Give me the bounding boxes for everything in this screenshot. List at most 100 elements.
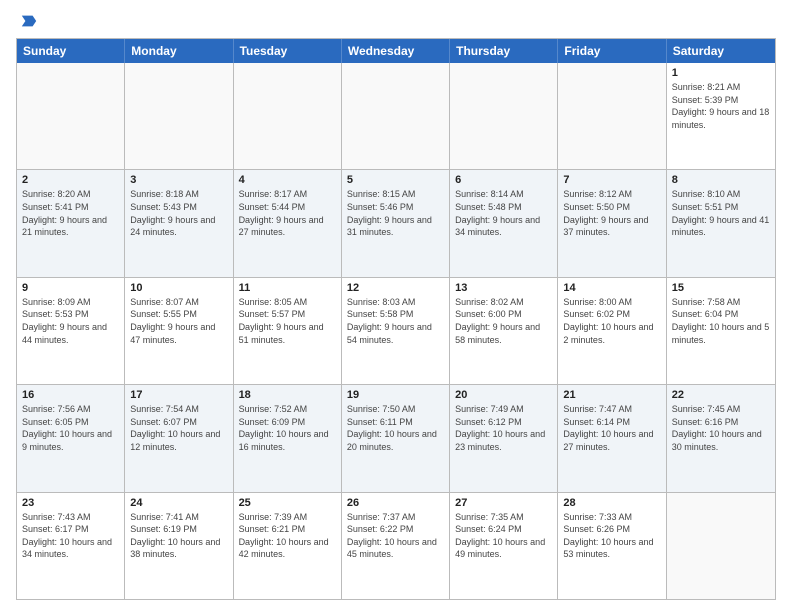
day-number: 27 <box>455 497 552 509</box>
day-detail: Sunrise: 8:18 AM Sunset: 5:43 PM Dayligh… <box>130 188 227 238</box>
day-number: 23 <box>22 497 119 509</box>
day-number: 10 <box>130 282 227 294</box>
day-number: 3 <box>130 174 227 186</box>
day-detail: Sunrise: 8:10 AM Sunset: 5:51 PM Dayligh… <box>672 188 770 238</box>
day-detail: Sunrise: 8:14 AM Sunset: 5:48 PM Dayligh… <box>455 188 552 238</box>
day-number: 15 <box>672 282 770 294</box>
day-cell-26: 26 Sunrise: 7:37 AM Sunset: 6:22 PM Dayli… <box>342 493 450 599</box>
day-number: 9 <box>22 282 119 294</box>
header <box>16 12 776 30</box>
calendar-row-3: 16 Sunrise: 7:56 AM Sunset: 6:05 PM Dayli… <box>17 384 775 491</box>
day-detail: Sunrise: 7:39 AM Sunset: 6:21 PM Dayligh… <box>239 511 336 561</box>
day-number: 16 <box>22 389 119 401</box>
calendar-row-0: 1 Sunrise: 8:21 AM Sunset: 5:39 PM Daylig… <box>17 63 775 169</box>
logo-arrow-icon <box>20 12 38 30</box>
empty-cell-0-2 <box>234 63 342 169</box>
day-cell-8: 8 Sunrise: 8:10 AM Sunset: 5:51 PM Daylig… <box>667 170 775 276</box>
day-detail: Sunrise: 8:12 AM Sunset: 5:50 PM Dayligh… <box>563 188 660 238</box>
day-cell-28: 28 Sunrise: 7:33 AM Sunset: 6:26 PM Dayli… <box>558 493 666 599</box>
day-detail: Sunrise: 7:54 AM Sunset: 6:07 PM Dayligh… <box>130 403 227 453</box>
day-detail: Sunrise: 7:35 AM Sunset: 6:24 PM Dayligh… <box>455 511 552 561</box>
day-cell-22: 22 Sunrise: 7:45 AM Sunset: 6:16 PM Dayli… <box>667 385 775 491</box>
day-detail: Sunrise: 7:45 AM Sunset: 6:16 PM Dayligh… <box>672 403 770 453</box>
day-detail: Sunrise: 8:03 AM Sunset: 5:58 PM Dayligh… <box>347 296 444 346</box>
day-cell-27: 27 Sunrise: 7:35 AM Sunset: 6:24 PM Dayli… <box>450 493 558 599</box>
day-cell-3: 3 Sunrise: 8:18 AM Sunset: 5:43 PM Daylig… <box>125 170 233 276</box>
day-cell-1: 1 Sunrise: 8:21 AM Sunset: 5:39 PM Daylig… <box>667 63 775 169</box>
empty-cell-0-1 <box>125 63 233 169</box>
day-cell-19: 19 Sunrise: 7:50 AM Sunset: 6:11 PM Dayli… <box>342 385 450 491</box>
day-number: 11 <box>239 282 336 294</box>
calendar-body: 1 Sunrise: 8:21 AM Sunset: 5:39 PM Daylig… <box>17 63 775 599</box>
empty-cell-0-3 <box>342 63 450 169</box>
day-cell-4: 4 Sunrise: 8:17 AM Sunset: 5:44 PM Daylig… <box>234 170 342 276</box>
day-cell-16: 16 Sunrise: 7:56 AM Sunset: 6:05 PM Dayli… <box>17 385 125 491</box>
day-number: 5 <box>347 174 444 186</box>
day-detail: Sunrise: 7:33 AM Sunset: 6:26 PM Dayligh… <box>563 511 660 561</box>
day-cell-14: 14Sunrise: 8:00 AM Sunset: 6:02 PM Dayli… <box>558 278 666 384</box>
empty-cell-0-0 <box>17 63 125 169</box>
day-number: 8 <box>672 174 770 186</box>
day-detail: Sunrise: 7:41 AM Sunset: 6:19 PM Dayligh… <box>130 511 227 561</box>
day-cell-7: 7 Sunrise: 8:12 AM Sunset: 5:50 PM Daylig… <box>558 170 666 276</box>
day-number: 1 <box>672 67 770 79</box>
day-detail: Sunrise: 7:52 AM Sunset: 6:09 PM Dayligh… <box>239 403 336 453</box>
calendar-header: SundayMondayTuesdayWednesdayThursdayFrid… <box>17 39 775 63</box>
day-number: 26 <box>347 497 444 509</box>
day-number: 22 <box>672 389 770 401</box>
day-detail: Sunrise: 8:15 AM Sunset: 5:46 PM Dayligh… <box>347 188 444 238</box>
empty-cell-0-4 <box>450 63 558 169</box>
empty-cell-0-5 <box>558 63 666 169</box>
day-number: 6 <box>455 174 552 186</box>
day-detail: Sunrise: 8:09 AM Sunset: 5:53 PM Dayligh… <box>22 296 119 346</box>
day-detail: Sunrise: 7:50 AM Sunset: 6:11 PM Dayligh… <box>347 403 444 453</box>
day-number: 28 <box>563 497 660 509</box>
day-detail: Sunrise: 8:05 AM Sunset: 5:57 PM Dayligh… <box>239 296 336 346</box>
day-number: 12 <box>347 282 444 294</box>
day-cell-6: 6 Sunrise: 8:14 AM Sunset: 5:48 PM Daylig… <box>450 170 558 276</box>
day-cell-11: 11 Sunrise: 8:05 AM Sunset: 5:57 PM Dayli… <box>234 278 342 384</box>
day-cell-12: 12 Sunrise: 8:03 AM Sunset: 5:58 PM Dayli… <box>342 278 450 384</box>
day-cell-15: 15Sunrise: 7:58 AM Sunset: 6:04 PM Dayli… <box>667 278 775 384</box>
day-number: 18 <box>239 389 336 401</box>
day-number: 24 <box>130 497 227 509</box>
col-header-wednesday: Wednesday <box>342 39 450 63</box>
day-cell-24: 24 Sunrise: 7:41 AM Sunset: 6:19 PM Dayli… <box>125 493 233 599</box>
day-detail: Sunrise: 7:43 AM Sunset: 6:17 PM Dayligh… <box>22 511 119 561</box>
day-number: 25 <box>239 497 336 509</box>
day-cell-21: 21 Sunrise: 7:47 AM Sunset: 6:14 PM Dayli… <box>558 385 666 491</box>
empty-cell-4-6 <box>667 493 775 599</box>
day-cell-20: 20Sunrise: 7:49 AM Sunset: 6:12 PM Dayli… <box>450 385 558 491</box>
page: SundayMondayTuesdayWednesdayThursdayFrid… <box>0 0 792 612</box>
day-detail: Sunrise: 7:56 AM Sunset: 6:05 PM Dayligh… <box>22 403 119 453</box>
day-detail: Sunrise: 8:02 AM Sunset: 6:00 PM Dayligh… <box>455 296 552 346</box>
calendar-row-2: 9 Sunrise: 8:09 AM Sunset: 5:53 PM Daylig… <box>17 277 775 384</box>
col-header-tuesday: Tuesday <box>234 39 342 63</box>
col-header-sunday: Sunday <box>17 39 125 63</box>
day-number: 13 <box>455 282 552 294</box>
day-detail: Sunrise: 8:17 AM Sunset: 5:44 PM Dayligh… <box>239 188 336 238</box>
day-cell-17: 17 Sunrise: 7:54 AM Sunset: 6:07 PM Dayli… <box>125 385 233 491</box>
day-detail: Sunrise: 7:49 AM Sunset: 6:12 PM Dayligh… <box>455 403 552 453</box>
day-number: 21 <box>563 389 660 401</box>
day-cell-5: 5 Sunrise: 8:15 AM Sunset: 5:46 PM Daylig… <box>342 170 450 276</box>
day-number: 14 <box>563 282 660 294</box>
day-cell-2: 2Sunrise: 8:20 AM Sunset: 5:41 PM Daylig… <box>17 170 125 276</box>
col-header-saturday: Saturday <box>667 39 775 63</box>
col-header-friday: Friday <box>558 39 666 63</box>
day-detail: Sunrise: 8:21 AM Sunset: 5:39 PM Dayligh… <box>672 81 770 131</box>
day-cell-9: 9 Sunrise: 8:09 AM Sunset: 5:53 PM Daylig… <box>17 278 125 384</box>
day-number: 7 <box>563 174 660 186</box>
day-detail: Sunrise: 7:37 AM Sunset: 6:22 PM Dayligh… <box>347 511 444 561</box>
day-number: 19 <box>347 389 444 401</box>
day-detail: Sunrise: 8:20 AM Sunset: 5:41 PM Dayligh… <box>22 188 119 238</box>
col-header-thursday: Thursday <box>450 39 558 63</box>
day-detail: Sunrise: 7:47 AM Sunset: 6:14 PM Dayligh… <box>563 403 660 453</box>
day-number: 4 <box>239 174 336 186</box>
day-cell-10: 10Sunrise: 8:07 AM Sunset: 5:55 PM Dayli… <box>125 278 233 384</box>
day-cell-13: 13 Sunrise: 8:02 AM Sunset: 6:00 PM Dayli… <box>450 278 558 384</box>
day-number: 17 <box>130 389 227 401</box>
day-cell-25: 25 Sunrise: 7:39 AM Sunset: 6:21 PM Dayli… <box>234 493 342 599</box>
col-header-monday: Monday <box>125 39 233 63</box>
calendar-row-4: 23 Sunrise: 7:43 AM Sunset: 6:17 PM Dayli… <box>17 492 775 599</box>
